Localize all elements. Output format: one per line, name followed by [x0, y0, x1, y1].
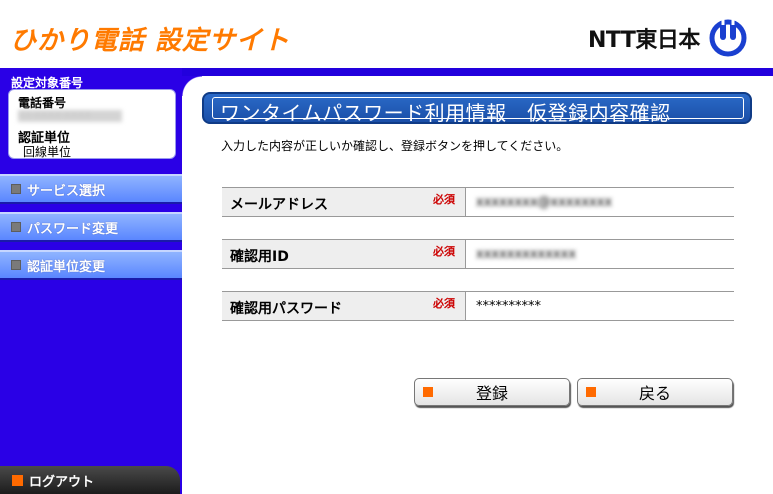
back-button-label: 戻る	[638, 384, 671, 403]
confirm-password-label: 確認用パスワード	[230, 301, 342, 317]
sidebar-item-label: サービス選択	[27, 183, 106, 199]
row-label-cell: 確認用ID 必須	[222, 240, 466, 268]
sidebar-item-label: 認証単位変更	[27, 259, 106, 275]
phone-number-value: 03-XXXX-XXXX	[18, 110, 122, 122]
brand-text: NTT東日本	[588, 28, 700, 53]
target-number-box: 電話番号 03-XXXX-XXXX 認証単位 回線単位	[8, 89, 176, 159]
corner-curve	[182, 76, 202, 96]
auth-unit-value: 回線単位	[23, 145, 72, 159]
square-bullet-icon	[11, 222, 21, 232]
sidebar-item-password-change[interactable]: パスワード変更	[0, 212, 182, 242]
register-button-label: 登録	[475, 384, 508, 403]
row-value-cell: xxxxxxxxxxxxx	[466, 240, 734, 268]
table-row-confirm-password: 確認用パスワード 必須 **********	[222, 291, 734, 321]
table-row-email: メールアドレス 必須 xxxxxxxx@xxxxxxxx	[222, 187, 734, 217]
row-value-cell: **********	[466, 292, 734, 320]
sidebar-item-service-select[interactable]: サービス選択	[0, 174, 182, 204]
row-value-cell: xxxxxxxx@xxxxxxxx	[466, 188, 734, 216]
ntt-logo: NTT東日本	[588, 16, 748, 60]
sidebar-item-auth-unit-change[interactable]: 認証単位変更	[0, 250, 182, 280]
required-badge: 必須	[433, 193, 455, 206]
required-badge: 必須	[433, 245, 455, 258]
instruction-text: 入力した内容が正しいか確認し、登録ボタンを押してください。	[221, 139, 569, 153]
site-title: ひかり電話 設定サイト	[10, 26, 291, 56]
table-row-confirm-id: 確認用ID 必須 xxxxxxxxxxxxx	[222, 239, 734, 269]
page-title: ワンタイムパスワード利用情報 仮登録内容確認	[220, 101, 671, 125]
email-label: メールアドレス	[230, 197, 328, 213]
square-bullet-icon	[12, 474, 23, 486]
ntt-logo-icon	[709, 19, 747, 57]
row-label-cell: 確認用パスワード 必須	[222, 292, 466, 320]
page-title-banner: ワンタイムパスワード利用情報 仮登録内容確認	[202, 92, 752, 125]
header: ひかり電話 設定サイト NTT東日本	[0, 0, 773, 70]
back-button[interactable]: 戻る	[577, 378, 733, 406]
square-bullet-icon	[586, 387, 596, 397]
email-value: xxxxxxxx@xxxxxxxx	[476, 195, 613, 210]
square-bullet-icon	[11, 184, 21, 194]
square-bullet-icon	[11, 260, 21, 270]
required-badge: 必須	[433, 297, 455, 310]
logout-button[interactable]: ログアウト	[0, 466, 180, 494]
phone-number-label: 電話番号	[18, 96, 67, 110]
logout-label: ログアウト	[29, 474, 95, 490]
register-button[interactable]: 登録	[414, 378, 570, 406]
confirm-id-value: xxxxxxxxxxxxx	[476, 247, 577, 262]
square-bullet-icon	[423, 387, 433, 397]
row-label-cell: メールアドレス 必須	[222, 188, 466, 216]
confirm-password-value: **********	[476, 299, 541, 314]
confirm-id-label: 確認用ID	[230, 249, 289, 265]
sidebar-item-label: パスワード変更	[27, 221, 119, 237]
